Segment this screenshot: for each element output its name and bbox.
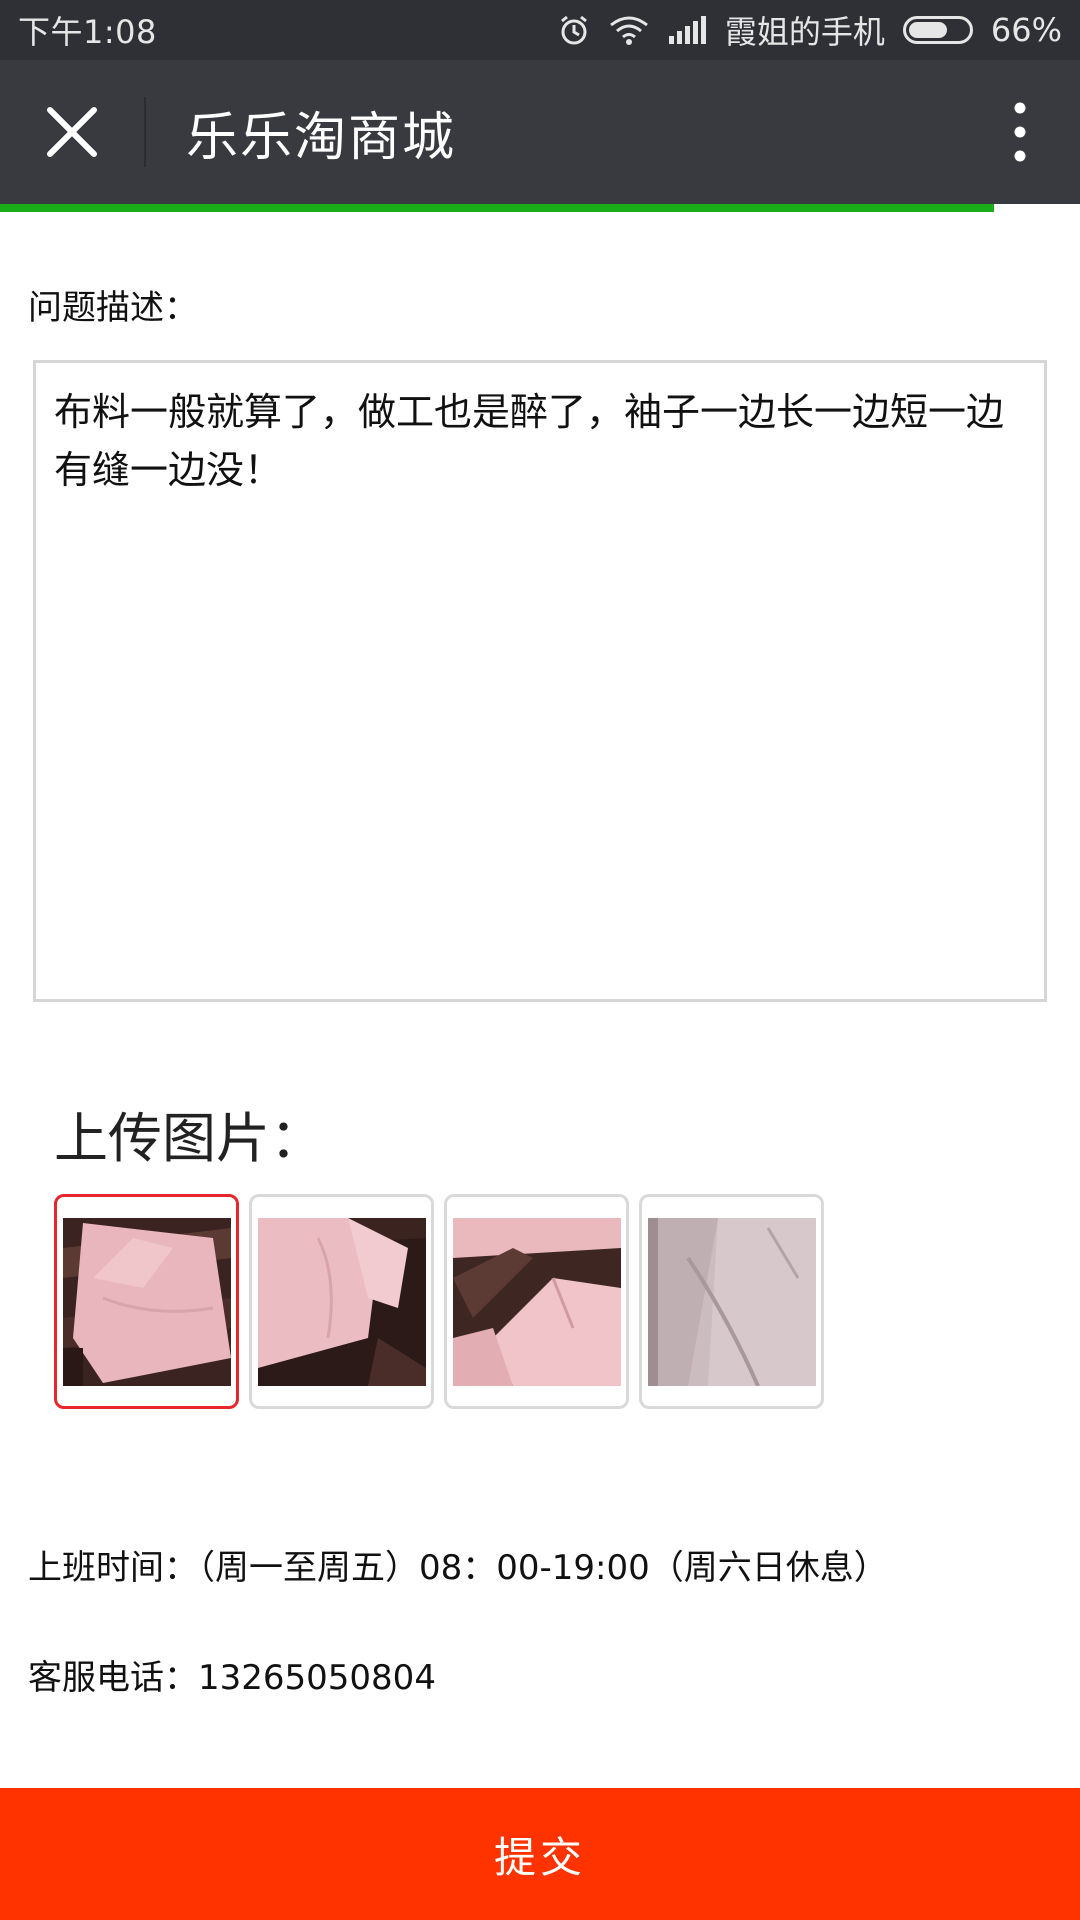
submit-button[interactable]: 提交 <box>0 1788 1080 1920</box>
shirt-photo-1 <box>62 1217 231 1386</box>
close-icon <box>47 107 97 157</box>
shirt-photo-2 <box>257 1217 426 1386</box>
more-vertical-icon <box>1014 102 1026 162</box>
customer-service-phone[interactable]: 客服电话：13265050804 <box>28 1650 436 1699</box>
image-thumbnail-1[interactable] <box>54 1194 239 1409</box>
carrier-name: 霞姐的手机 <box>724 13 885 51</box>
battery-percent: 66% <box>990 11 1062 49</box>
signal-icon <box>667 16 707 44</box>
shirt-photo-4 <box>647 1217 816 1386</box>
more-button[interactable] <box>960 60 1080 204</box>
loading-progress-bar <box>0 204 1080 212</box>
description-label: 问题描述： <box>28 288 198 328</box>
upload-label: 上传图片： <box>54 1107 324 1170</box>
description-textarea[interactable]: 布料一般就算了，做工也是醉了，袖子一边长一边短一边有缝一边没！ <box>33 360 1047 1002</box>
app-header: 乐乐淘商城 <box>0 60 1080 204</box>
alarm-icon <box>557 13 591 47</box>
image-thumbnail-4[interactable] <box>639 1194 824 1409</box>
header-divider <box>144 97 146 167</box>
work-hours-text: 上班时间：（周一至周五）08：00-19:00（周六日休息） <box>28 1548 888 1588</box>
wifi-icon <box>609 15 649 45</box>
status-bar: 下午1:08 霞姐的手机 66% <box>0 0 1080 60</box>
image-thumbnail-2[interactable] <box>249 1194 434 1409</box>
image-thumbnails <box>54 1194 824 1409</box>
image-thumbnail-3[interactable] <box>444 1194 629 1409</box>
status-time: 下午1:08 <box>18 13 157 51</box>
status-icons: 霞姐的手机 66% <box>557 7 1062 53</box>
battery-icon <box>902 16 973 44</box>
progress-fill <box>0 204 994 212</box>
page-title: 乐乐淘商城 <box>186 107 457 168</box>
shirt-photo-3 <box>452 1217 621 1386</box>
close-button[interactable] <box>0 60 144 204</box>
